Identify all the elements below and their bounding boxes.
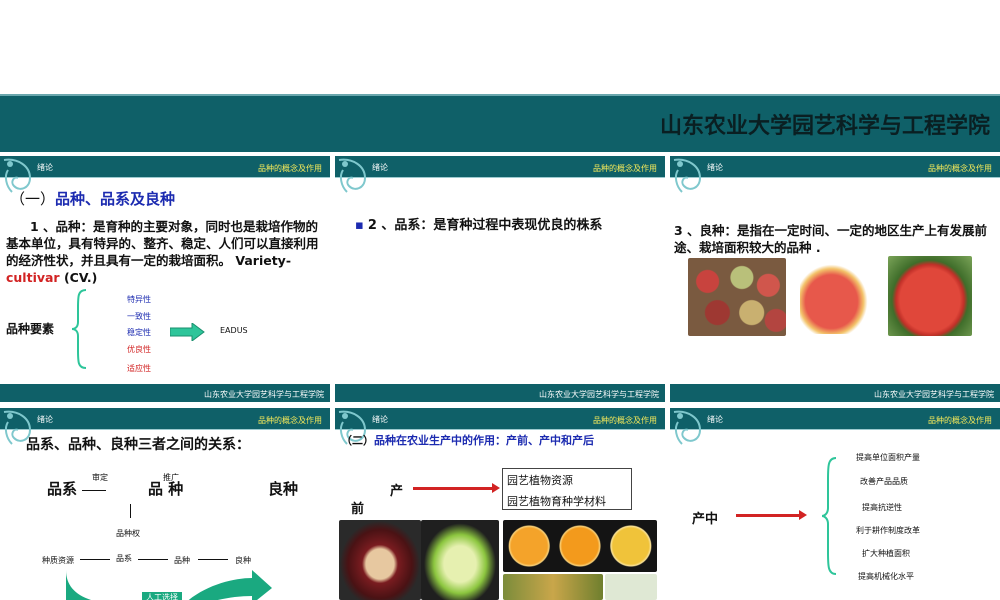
role-item-5: 扩大种植面积 xyxy=(862,549,910,558)
flow-arrow-3 xyxy=(198,559,228,560)
improved-variety-definition: 3 、良种：是指在一定时间、一定的地区生产上有发展前途、栽培面积较大的品种 . xyxy=(674,223,988,255)
role-item-2: 改善产品品质 xyxy=(860,477,908,486)
role-item-4: 利于耕作制度改革 xyxy=(856,526,920,535)
footer-text: 山东农业大学园艺科学与工程学院 xyxy=(874,390,994,399)
apple-on-tree-image xyxy=(888,256,972,336)
flow-arrow-2 xyxy=(138,559,168,560)
lineage-definition: ▪ 2 、品系：是育种过程中表现优良的株系 xyxy=(355,214,602,233)
heading-text: 品种、品系及良种 xyxy=(55,190,176,208)
vegetables-image xyxy=(503,574,603,600)
cut-red-apple-image xyxy=(339,520,421,600)
red-arrow xyxy=(736,510,807,520)
para-text: 1 、品种：是育种的主要对象，同时也是栽培作物的基本单位，具有特异的、整齐、稳定… xyxy=(6,219,319,268)
slide-2[interactable]: 绪论 品种的概念及作用 ▪ 2 、品系：是育种过程中表现优良的株系 山东农业大学园… xyxy=(335,156,665,402)
artificial-selection-label: 人工选择 xyxy=(142,592,182,600)
ornament-icon xyxy=(673,410,702,445)
pre-char-1: 产 xyxy=(390,484,404,499)
connector-line xyxy=(82,490,106,491)
slide-header: 绪论 品种的概念及作用 xyxy=(0,156,330,178)
slide-header: 绪论 品种的概念及作用 xyxy=(335,156,665,178)
trait-2: 一致性 xyxy=(127,312,151,321)
pre-char-2: 前 xyxy=(351,502,365,517)
para-end: (CV.) xyxy=(59,270,98,285)
resource-box: 园艺植物资源 园艺植物育种学材料 xyxy=(502,468,632,510)
header-right: 品种的概念及作用 xyxy=(928,164,992,173)
arrow-right-icon xyxy=(170,323,205,341)
trait-1: 特异性 xyxy=(127,295,151,304)
approve-label: 审定 xyxy=(92,473,108,482)
header-left: 绪论 xyxy=(37,163,53,172)
flow-arrow-1 xyxy=(80,559,110,560)
slide-3[interactable]: 绪论 品种的概念及作用 3 、良种：是指在一定时间、一定的地区生产上有发展前途、… xyxy=(670,156,1000,402)
definition-paragraph: 1 、品种：是育种的主要对象，同时也是栽培作物的基本单位，具有特异的、整齐、稳定… xyxy=(6,218,328,286)
red-arrow xyxy=(413,483,500,493)
flow-lineage: 品系 xyxy=(116,554,132,563)
resource-item-2: 园艺植物育种学材料 xyxy=(507,495,606,508)
heading-text: 品种在农业生产中的作用：产前、产中和产后 xyxy=(374,434,594,447)
slide-header: 绪论 品种的概念及作用 xyxy=(670,156,1000,178)
abbr-label: EADUS xyxy=(220,326,248,335)
ornament-icon xyxy=(338,158,367,193)
big-improved: 良种 xyxy=(268,480,299,498)
banner-title: 山东农业大学园艺科学与工程学院 xyxy=(659,113,990,139)
header-right: 品种的概念及作用 xyxy=(928,416,992,425)
header-left: 绪论 xyxy=(707,163,723,172)
footer-text: 山东农业大学园艺科学与工程学院 xyxy=(204,390,324,399)
header-right: 品种的概念及作用 xyxy=(593,164,657,173)
brace-icon xyxy=(71,289,87,369)
relationship-title: 品系、品种、良种三者之间的关系： xyxy=(26,437,250,453)
para-red: cultivar xyxy=(6,270,60,285)
red-apple-image xyxy=(800,262,870,334)
mid-production-label: 产中 xyxy=(692,512,719,527)
header-right: 品种的概念及作用 xyxy=(593,416,657,425)
slide-header: 绪论 品种的概念及作用 xyxy=(670,408,1000,430)
footer-text: 山东农业大学园艺科学与工程学院 xyxy=(539,390,659,399)
slide-1[interactable]: 绪论 品种的概念及作用 （一）品种、品系及良种 1 、品种：是育种的主要对象，同… xyxy=(0,156,330,402)
ornament-icon xyxy=(673,158,702,193)
cut-green-apple-image xyxy=(421,520,499,600)
promote-label: 推广 xyxy=(163,473,179,482)
header-left: 绪论 xyxy=(372,415,388,424)
brace-icon xyxy=(821,457,837,575)
slide-5[interactable]: 绪论 品种的概念及作用 （二）品种在农业生产中的作用：产前、产中和产后 产 前 … xyxy=(335,408,665,600)
section-heading: （一）品种、品系及良种 xyxy=(10,188,175,209)
trait-5: 适应性 xyxy=(127,364,151,373)
slide-footer: 山东农业大学园艺科学与工程学院 xyxy=(670,384,1000,402)
slide-header: 绪论 品种的概念及作用 xyxy=(0,408,330,430)
down-arrow-line xyxy=(130,504,131,518)
top-banner: 山东农业大学园艺科学与工程学院 xyxy=(0,94,1000,152)
header-right: 品种的概念及作用 xyxy=(258,164,322,173)
role-heading: （二）品种在农业生产中的作用：产前、产中和产后 xyxy=(341,432,594,448)
elements-label: 品种要素 xyxy=(6,322,55,336)
heading-prefix: （一） xyxy=(10,190,56,208)
header-left: 绪论 xyxy=(372,163,388,172)
lineage-text: 2 、品系：是育种过程中表现优良的株系 xyxy=(367,218,603,233)
leaf-image xyxy=(605,574,657,600)
trait-3: 稳定性 xyxy=(127,328,151,337)
variety-rights-label: 品种权 xyxy=(116,529,140,538)
big-lineage: 品系 xyxy=(47,480,78,498)
slide-header: 绪论 品种的概念及作用 xyxy=(335,408,665,430)
flow-variety: 品种 xyxy=(174,556,190,565)
header-left: 绪论 xyxy=(37,415,53,424)
flow-improved: 良种 xyxy=(235,556,251,565)
resource-item-1: 园艺植物资源 xyxy=(507,474,573,487)
role-item-3: 提高抗逆性 xyxy=(862,503,902,512)
slide-6[interactable]: 绪论 品种的概念及作用 产中 提高单位面积产量 改善产品品质 提高抗逆性 利于耕… xyxy=(670,408,1000,600)
header-left: 绪论 xyxy=(707,415,723,424)
orange-slices-image xyxy=(503,520,657,572)
apple-pile-image xyxy=(688,258,786,336)
header-right: 品种的概念及作用 xyxy=(258,416,322,425)
slide-4[interactable]: 绪论 品种的概念及作用 品系、品种、良种三者之间的关系： 品系 品 种 良种 审… xyxy=(0,408,330,600)
slide-footer: 山东农业大学园艺科学与工程学院 xyxy=(335,384,665,402)
bullet-icon: ▪ xyxy=(355,218,364,233)
slide-footer: 山东农业大学园艺科学与工程学院 xyxy=(0,384,330,402)
role-item-6: 提高机械化水平 xyxy=(858,572,914,581)
role-item-1: 提高单位面积产量 xyxy=(856,453,920,462)
trait-4: 优良性 xyxy=(127,345,151,354)
heading-prefix: （二） xyxy=(341,434,374,447)
flow-germplasm: 种质资源 xyxy=(42,556,74,565)
